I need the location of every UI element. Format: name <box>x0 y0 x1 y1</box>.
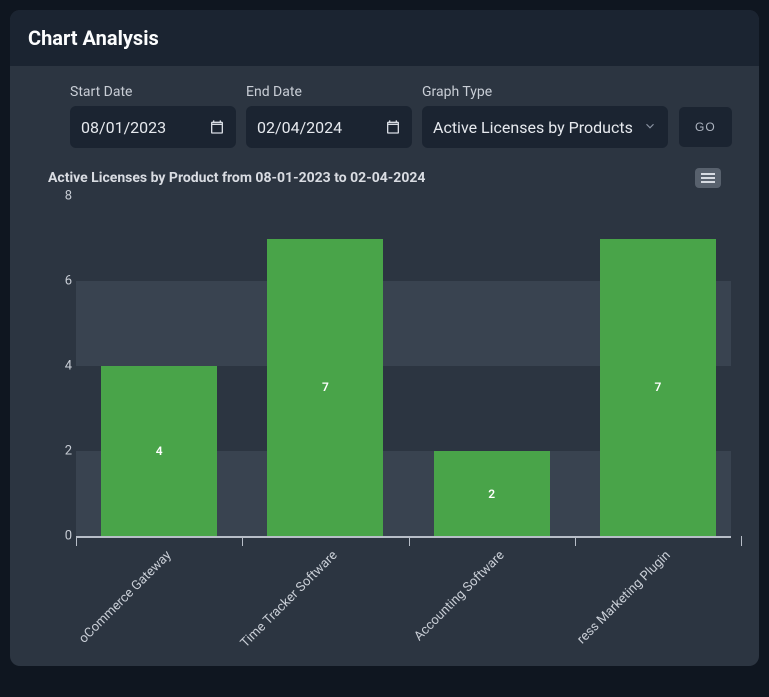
graph-type-field: Graph Type Active Licenses by Products <box>422 84 668 148</box>
chart-bar[interactable]: 2 <box>434 451 550 536</box>
y-tick: 2 <box>52 444 72 459</box>
x-category-label: oCommerce Gateway <box>76 548 174 646</box>
start-date-field: Start Date 08/01/2023 <box>70 84 236 148</box>
graph-type-value: Active Licenses by Products <box>433 118 633 137</box>
graph-type-select[interactable]: Active Licenses by Products <box>422 106 668 148</box>
chart-bar[interactable]: 7 <box>267 239 383 537</box>
calendar-icon <box>385 119 401 135</box>
x-category-label: Time Tracker Software <box>238 548 341 651</box>
y-tick: 6 <box>52 274 72 289</box>
chart-bar[interactable]: 7 <box>600 239 716 537</box>
y-tick: 0 <box>52 529 72 544</box>
x-tick <box>741 536 742 546</box>
chart-area: 024684727 oCommerce GatewayTime Tracker … <box>48 196 731 666</box>
x-tick <box>242 536 243 546</box>
chart-analysis-panel: Chart Analysis Start Date 08/01/2023 End… <box>10 10 759 666</box>
chart-bar[interactable]: 4 <box>101 366 217 536</box>
chart-menu-button[interactable] <box>695 168 721 188</box>
page-title: Chart Analysis <box>28 26 741 50</box>
start-date-value: 08/01/2023 <box>81 118 166 137</box>
bar-value-label: 2 <box>488 487 495 501</box>
chart-title: Active Licenses by Product from 08-01-20… <box>48 170 425 186</box>
bar-value-label: 4 <box>156 444 163 458</box>
hamburger-icon <box>701 173 715 183</box>
x-tick <box>409 536 410 546</box>
y-tick: 8 <box>52 189 72 204</box>
chevron-down-icon <box>643 118 657 137</box>
graph-type-label: Graph Type <box>422 84 668 100</box>
x-axis <box>76 536 731 538</box>
y-tick: 4 <box>52 359 72 374</box>
calendar-icon <box>209 119 225 135</box>
chart-plot: 024684727 <box>76 196 731 536</box>
end-date-input[interactable]: 02/04/2024 <box>246 106 412 148</box>
x-category-label: Accounting Software <box>411 548 507 644</box>
start-date-input[interactable]: 08/01/2023 <box>70 106 236 148</box>
chart-container: Active Licenses by Product from 08-01-20… <box>10 158 759 666</box>
go-button[interactable]: GO <box>678 106 733 148</box>
x-tick <box>575 536 576 546</box>
x-category-label: ress Marketing Plugin <box>574 548 673 647</box>
end-date-field: End Date 02/04/2024 <box>246 84 412 148</box>
panel-header: Chart Analysis <box>10 10 759 66</box>
chart-header: Active Licenses by Product from 08-01-20… <box>48 168 721 188</box>
bar-value-label: 7 <box>654 380 661 394</box>
controls-row: Start Date 08/01/2023 End Date 02/04/202… <box>10 66 759 158</box>
end-date-label: End Date <box>246 84 412 100</box>
end-date-value: 02/04/2024 <box>257 118 342 137</box>
bar-value-label: 7 <box>322 380 329 394</box>
start-date-label: Start Date <box>70 84 236 100</box>
x-tick <box>76 536 77 546</box>
